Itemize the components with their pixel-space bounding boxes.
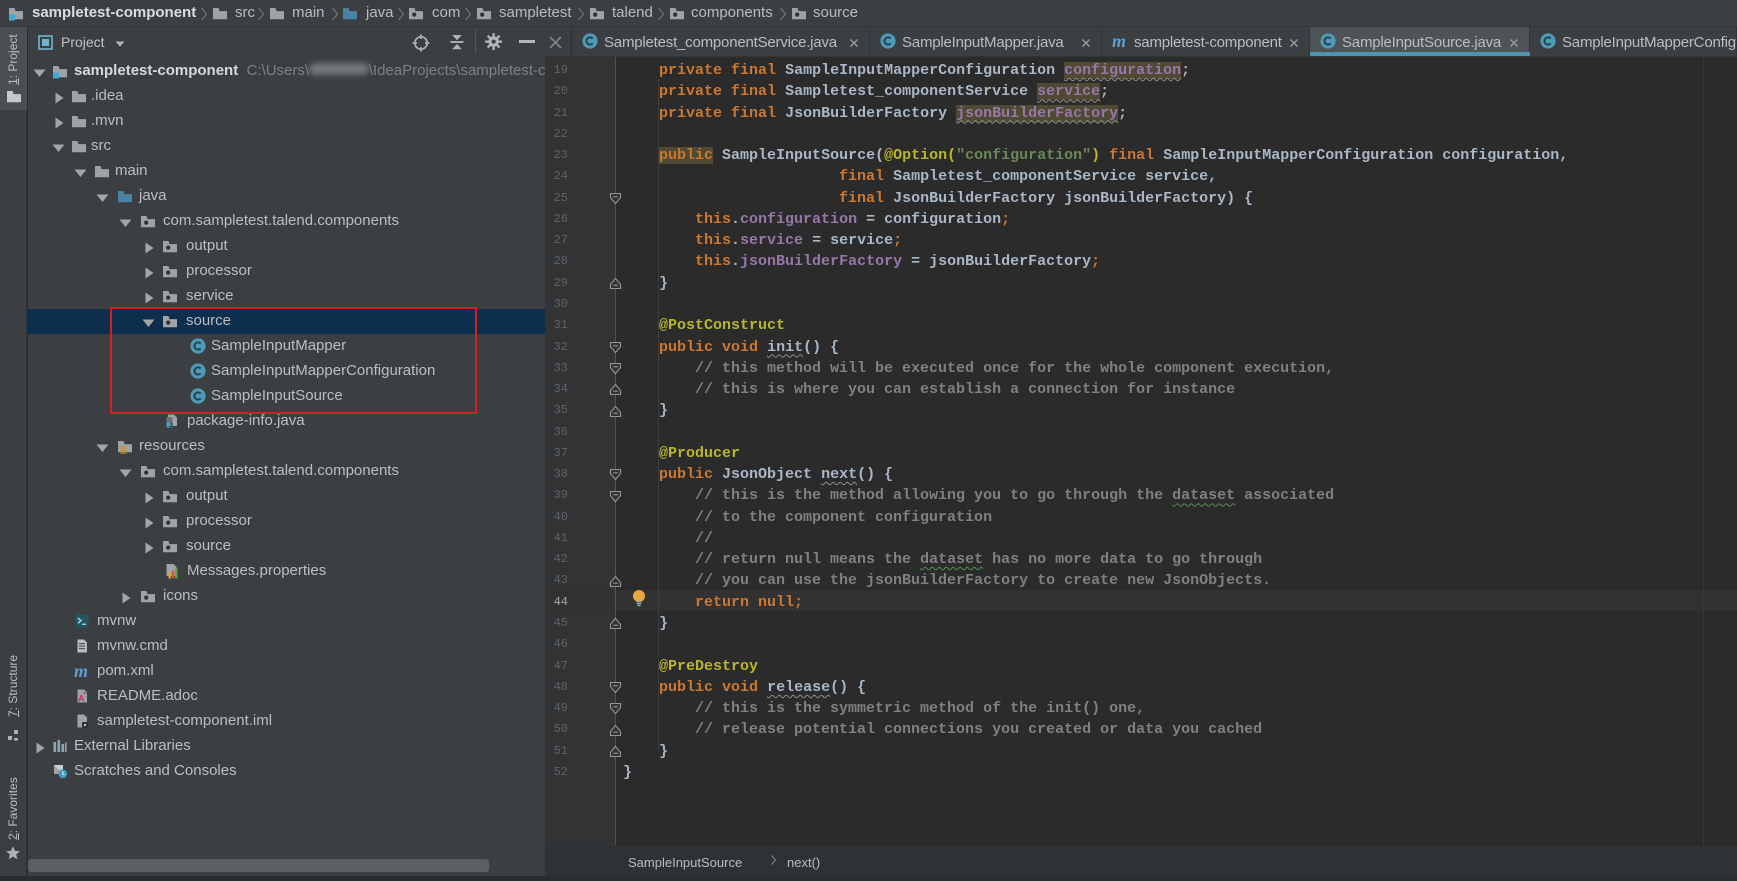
svg-text:m: m xyxy=(74,663,88,681)
svg-text:A: A xyxy=(78,694,85,704)
svg-text:m: m xyxy=(1112,33,1126,51)
svg-text:J: J xyxy=(169,423,172,429)
